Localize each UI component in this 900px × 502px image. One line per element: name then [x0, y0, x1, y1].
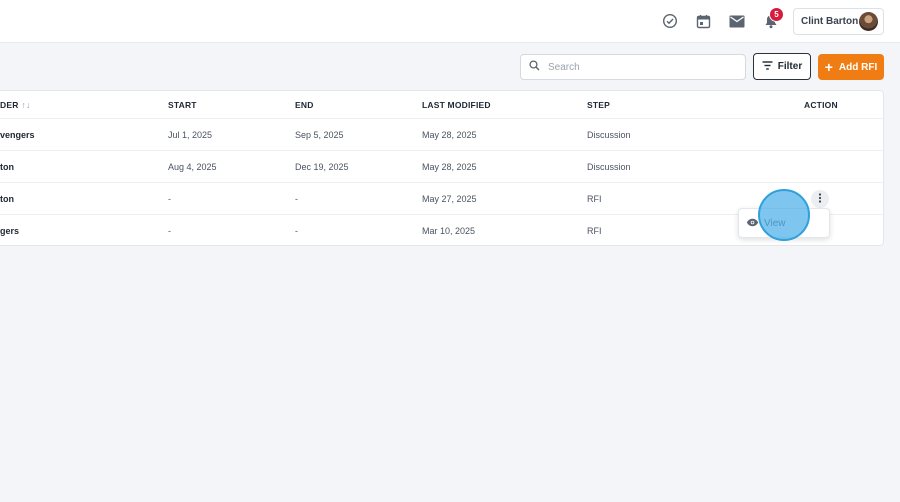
- avatar: [859, 12, 878, 31]
- calendar-icon[interactable]: [693, 11, 713, 31]
- user-name: Clint Barton: [801, 16, 859, 27]
- row-name: ton: [0, 193, 14, 204]
- more-vertical-icon: [818, 190, 822, 208]
- notification-badge: 5: [769, 7, 784, 22]
- search-input[interactable]: [548, 61, 728, 73]
- check-circle-icon[interactable]: [660, 11, 680, 31]
- add-rfi-button[interactable]: + Add RFI: [818, 54, 884, 80]
- row-start: Jul 1, 2025: [168, 129, 213, 140]
- row-last-modified: May 28, 2025: [422, 129, 477, 140]
- filter-icon: [762, 60, 773, 73]
- row-last-modified: May 28, 2025: [422, 161, 477, 172]
- row-step: Discussion: [587, 129, 631, 140]
- column-header-last-modified: LAST MODIFIED: [422, 99, 491, 110]
- add-rfi-label: Add RFI: [838, 61, 878, 73]
- table-header: DER ↑↓ START END LAST MODIFIED STEP ACTI…: [0, 91, 884, 118]
- row-start: -: [168, 225, 171, 236]
- row-last-modified: May 27, 2025: [422, 193, 477, 204]
- table-row[interactable]: ton Aug 4, 2025 Dec 19, 2025 May 28, 202…: [0, 150, 884, 182]
- row-step: Discussion: [587, 161, 631, 172]
- table-row[interactable]: vengers Jul 1, 2025 Sep 5, 2025 May 28, …: [0, 118, 884, 150]
- sort-icon[interactable]: ↑↓: [22, 100, 31, 110]
- row-step: RFI: [587, 225, 602, 236]
- row-end: -: [295, 225, 298, 236]
- row-step: RFI: [587, 193, 602, 204]
- row-start: Aug 4, 2025: [168, 161, 217, 172]
- row-last-modified: Mar 10, 2025: [422, 225, 476, 236]
- search-icon: [529, 58, 540, 76]
- row-name: vengers: [0, 129, 35, 140]
- mail-icon[interactable]: [727, 11, 747, 31]
- filter-label: Filter: [777, 61, 803, 72]
- row-name: ton: [0, 161, 14, 172]
- column-header-end: END: [295, 99, 314, 110]
- row-name: gers: [0, 225, 20, 236]
- plus-icon: +: [824, 59, 833, 75]
- column-header-step: STEP: [587, 99, 611, 110]
- row-actions-menu: View: [738, 208, 830, 238]
- row-start: -: [168, 193, 171, 204]
- column-header-start: START: [168, 99, 197, 110]
- row-end: Sep 5, 2025: [295, 129, 344, 140]
- column-header-first[interactable]: DER ↑↓: [0, 91, 30, 118]
- top-bar: 5 Clint Barton: [0, 0, 900, 43]
- user-menu[interactable]: Clint Barton: [793, 8, 884, 35]
- filter-button[interactable]: Filter: [753, 53, 811, 80]
- row-end: Dec 19, 2025: [295, 161, 349, 172]
- column-header-action: ACTION: [804, 99, 838, 110]
- row-actions-button[interactable]: [811, 190, 829, 208]
- row-end: -: [295, 193, 298, 204]
- menu-item-view[interactable]: View: [764, 218, 786, 229]
- eye-icon: [746, 214, 759, 232]
- search-box[interactable]: [520, 54, 746, 80]
